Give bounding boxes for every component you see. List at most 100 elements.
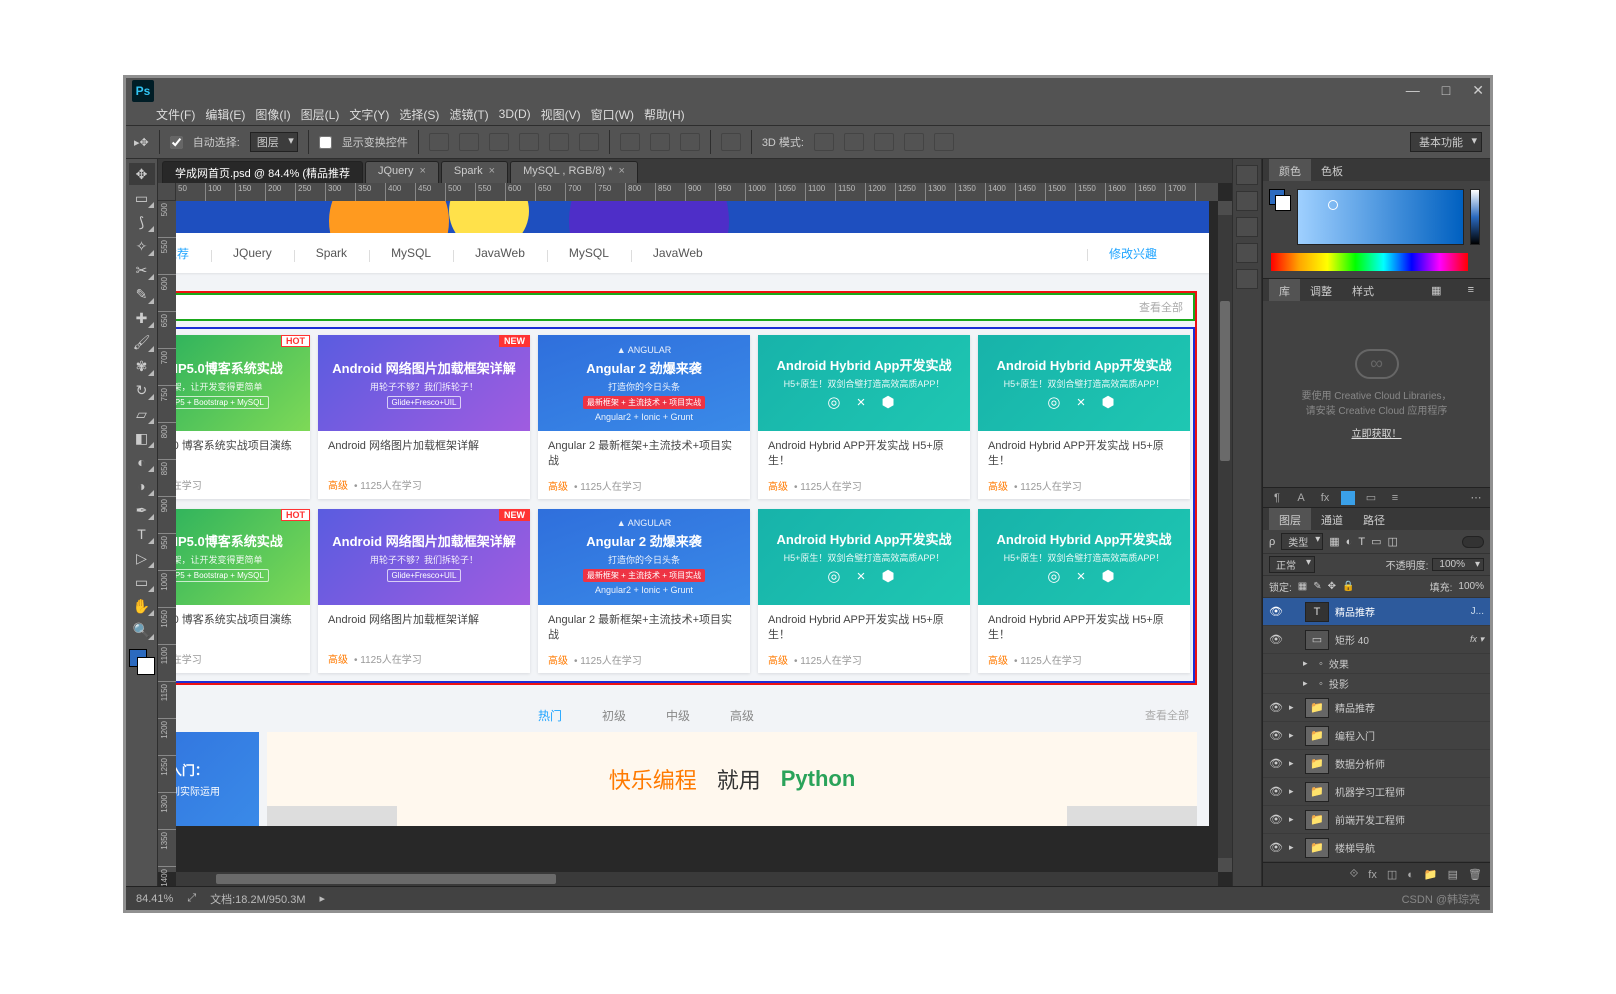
menu-3d[interactable]: 3D(D) xyxy=(499,107,531,121)
lock-icon[interactable]: ▦ xyxy=(1298,581,1307,592)
hand-tool-icon[interactable]: ✋ xyxy=(129,595,155,617)
layer-row[interactable]: 👁▭矩形 40fx ▾ xyxy=(1263,626,1490,654)
panel-icon[interactable] xyxy=(1236,191,1258,211)
layer-name[interactable]: 机器学习工程师 xyxy=(1335,784,1484,799)
menu-help[interactable]: 帮助(H) xyxy=(644,106,685,123)
layer-name[interactable]: 数据分析师 xyxy=(1335,756,1484,771)
arrange-icon[interactable] xyxy=(721,133,741,151)
move-tool-icon[interactable]: ✥ xyxy=(129,163,155,185)
blend-mode-select[interactable]: 正常 xyxy=(1269,556,1315,573)
show-transform-checkbox[interactable] xyxy=(319,136,332,149)
shape-tool-icon[interactable]: ▭ xyxy=(129,571,155,593)
fx-icon[interactable]: fx xyxy=(1368,869,1377,881)
filter-smart-icon[interactable]: ◫ xyxy=(1387,535,1397,548)
scrollbar-vertical[interactable] xyxy=(1218,201,1232,872)
carousel-dots[interactable] xyxy=(596,215,692,221)
layer-row[interactable]: 👁▸📁机器学习工程师 xyxy=(1263,778,1490,806)
doc-tab[interactable]: JQuery× xyxy=(365,161,439,183)
course-card[interactable]: HOT ThinkPHP5.0博客系统实战最牛框架，让开发变得更简单ThinkP… xyxy=(176,335,310,499)
auto-select-checkbox[interactable] xyxy=(170,136,183,149)
layer-row[interactable]: 👁T精品推荐J... xyxy=(1263,598,1490,626)
get-now-link[interactable]: 立即获取！ xyxy=(1352,425,1402,440)
menu-layer[interactable]: 图层(L) xyxy=(301,106,340,123)
menu-image[interactable]: 图像(I) xyxy=(255,106,290,123)
visibility-icon[interactable]: 👁 xyxy=(1269,841,1283,854)
filter-adjust-icon[interactable]: ◐ xyxy=(1346,536,1353,548)
layer-row[interactable]: 👁▸📁楼梯导航 xyxy=(1263,834,1490,862)
mask-icon[interactable]: ▭ xyxy=(1363,491,1379,504)
lock-icon[interactable]: ✎ xyxy=(1313,581,1321,592)
trash-icon[interactable]: 🗑 xyxy=(1468,868,1482,881)
disclosure-icon[interactable]: ▸ xyxy=(1289,814,1299,825)
canvas[interactable]: 产品 › 精品推荐 JQuery Spark MySQL JavaWeb xyxy=(176,201,1218,872)
lock-icon[interactable]: ✥ xyxy=(1328,581,1336,592)
course-card[interactable]: Android Hybrid App开发实战H5+原生！双剑合璧打造高效高质AP… xyxy=(758,509,970,673)
align-icon[interactable] xyxy=(429,133,449,151)
visibility-icon[interactable]: 👁 xyxy=(1269,633,1283,646)
doc-tab[interactable]: MySQL , RGB/8) *× xyxy=(510,161,638,183)
disclosure-icon[interactable]: ▸ xyxy=(1289,758,1299,769)
crop-tool-icon[interactable]: ✂ xyxy=(129,259,155,281)
filter-toggle[interactable] xyxy=(1462,536,1484,548)
brush-tool-icon[interactable]: 🖌 xyxy=(129,331,155,353)
ruler-origin[interactable] xyxy=(158,183,176,201)
nav-item[interactable]: MySQL xyxy=(547,246,631,260)
align-icon[interactable] xyxy=(579,133,599,151)
3d-icon[interactable] xyxy=(934,133,954,151)
visibility-icon[interactable]: 👁 xyxy=(1269,701,1283,714)
character-panel-bar[interactable]: ¶ A fx ▭ ≡ ⋯ xyxy=(1263,488,1490,508)
folder-icon[interactable]: 📁 xyxy=(1424,868,1438,881)
expand-icon[interactable]: ⤢ xyxy=(187,892,196,905)
level-tab[interactable]: 初级 xyxy=(602,707,626,724)
panel-icon[interactable] xyxy=(1236,269,1258,289)
wand-tool-icon[interactable]: ✧ xyxy=(129,235,155,257)
doc-tab[interactable]: Spark× xyxy=(441,161,508,183)
menu-select[interactable]: 选择(S) xyxy=(399,106,439,123)
nav-item[interactable]: JQuery xyxy=(211,246,294,260)
modify-interest-link[interactable]: 修改兴趣 xyxy=(1087,245,1179,262)
eyedropper-tool-icon[interactable]: ✎ xyxy=(129,283,155,305)
menu-edit[interactable]: 编辑(E) xyxy=(205,106,245,123)
close-button[interactable]: ✕ xyxy=(1472,82,1484,99)
dodge-tool-icon[interactable]: ◑ xyxy=(129,475,155,497)
course-card[interactable]: NEW Android 网络图片加载框架详解用轮子不够？我们拆轮子！Glide+… xyxy=(318,509,530,673)
filter-icon[interactable]: ρ xyxy=(1269,536,1275,548)
history-brush-tool-icon[interactable]: ↻ xyxy=(129,379,155,401)
char-icon[interactable]: A xyxy=(1293,492,1309,504)
tab-styles[interactable]: 样式 xyxy=(1342,279,1384,301)
course-card[interactable]: ▲ ANGULARAngular 2 劲爆来袭打造你的今日头条最新框架 + 主流… xyxy=(538,509,750,673)
type-tool-icon[interactable]: T xyxy=(129,523,155,545)
layer-row[interactable]: 👁▸📁精品推荐 xyxy=(1263,694,1490,722)
promo-banner[interactable]: 快乐编程 就用 Python xyxy=(267,732,1197,826)
menu-window[interactable]: 窗口(W) xyxy=(591,106,634,123)
align-icon[interactable]: ≡ xyxy=(1387,492,1403,504)
course-card[interactable]: HOT ThinkPHP5.0博客系统实战最牛框架，让开发变得更简单ThinkP… xyxy=(176,509,310,673)
view-all-link[interactable]: 查看全部 xyxy=(1145,707,1189,723)
course-card[interactable]: Android Hybrid App开发实战H5+原生！双剑合璧打造高效高质AP… xyxy=(978,335,1190,499)
panel-icon[interactable] xyxy=(1236,243,1258,263)
blur-tool-icon[interactable]: ◐ xyxy=(129,451,155,473)
close-icon[interactable]: × xyxy=(489,165,495,177)
new-layer-icon[interactable]: ▤ xyxy=(1448,868,1458,881)
tab-swatches[interactable]: 色板 xyxy=(1311,159,1353,181)
zoom-tool-icon[interactable]: 🔍 xyxy=(129,619,155,641)
collapsed-panel-column[interactable] xyxy=(1232,159,1262,886)
panel-icon[interactable] xyxy=(1236,165,1258,185)
maximize-button[interactable]: □ xyxy=(1442,82,1450,99)
chevron-icon[interactable]: ▸ xyxy=(320,892,326,905)
filter-shape-icon[interactable]: ▭ xyxy=(1371,535,1381,548)
course-card[interactable]: ▲ ANGULARAngular 2 劲爆来袭打造你的今日头条最新框架 + 主流… xyxy=(538,335,750,499)
course-card[interactable]: Android Hybrid App开发实战H5+原生！双剑合璧打造高效高质AP… xyxy=(758,335,970,499)
layer-row[interactable]: 👁▸📁前端开发工程师 xyxy=(1263,806,1490,834)
layer-name[interactable]: 矩形 40 xyxy=(1335,632,1464,647)
layer-row[interactable]: ▸◦投影 xyxy=(1263,674,1490,694)
marquee-tool-icon[interactable]: ▭ xyxy=(129,187,155,209)
align-icon[interactable] xyxy=(519,133,539,151)
course-card[interactable]: Android Hybrid App开发实战H5+原生！双剑合璧打造高效高质AP… xyxy=(978,509,1190,673)
3d-icon[interactable] xyxy=(904,133,924,151)
distribute-icon[interactable] xyxy=(680,133,700,151)
filter-type-icon[interactable]: T xyxy=(1358,536,1365,548)
opacity-input[interactable]: 100% xyxy=(1432,558,1484,571)
gradient-tool-icon[interactable]: ◧ xyxy=(129,427,155,449)
ruler-horizontal[interactable]: 5010015020025030035040045050055060065070… xyxy=(176,183,1218,201)
